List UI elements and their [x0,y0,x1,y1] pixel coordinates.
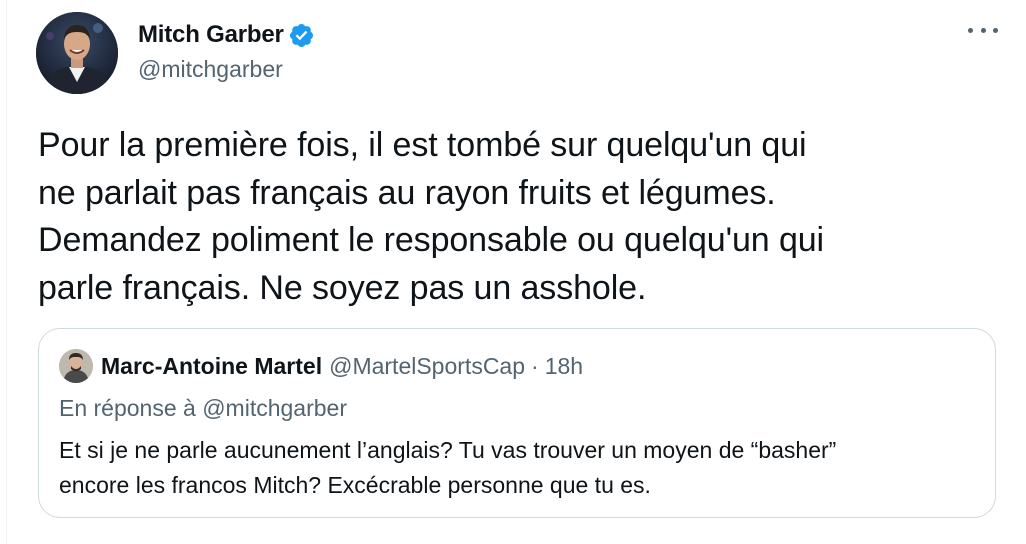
separator-dot: · [531,352,539,379]
author-handle[interactable]: @mitchgarber [138,56,315,83]
quoted-tweet-timestamp[interactable]: 18h [545,353,583,380]
reply-context[interactable]: En réponse à @mitchgarber [59,395,347,422]
quoted-author-name[interactable]: Marc-Antoine Martel [101,353,322,380]
more-options-icon[interactable] [968,20,998,40]
quoted-tweet[interactable]: Marc-Antoine Martel @MartelSportsCap · 1… [38,328,996,518]
author-display-name[interactable]: Mitch Garber [138,21,284,49]
quoted-tweet-header: Marc-Antoine Martel @MartelSportsCap · 1… [59,349,583,383]
author-header: Mitch Garber @mitchgarber [138,20,315,83]
more-dot [993,27,998,33]
name-row: Mitch Garber [138,20,315,50]
more-dot [968,27,973,33]
quoted-author-avatar[interactable] [59,349,93,383]
tweet-card: Mitch Garber @mitchgarber Pour la premiè… [0,0,1026,544]
quoted-avatar-image [59,349,93,383]
column-divider [6,0,7,544]
more-dot [980,27,986,33]
quoted-author-handle[interactable]: @MartelSportsCap [329,353,525,380]
avatar-image [36,12,118,94]
quoted-tweet-text: Et si je ne parle aucunement l’anglais? … [59,437,837,498]
verified-badge-icon [288,22,315,49]
author-avatar[interactable] [36,12,118,94]
tweet-text: Pour la première fois, il est tombé sur … [38,126,825,307]
